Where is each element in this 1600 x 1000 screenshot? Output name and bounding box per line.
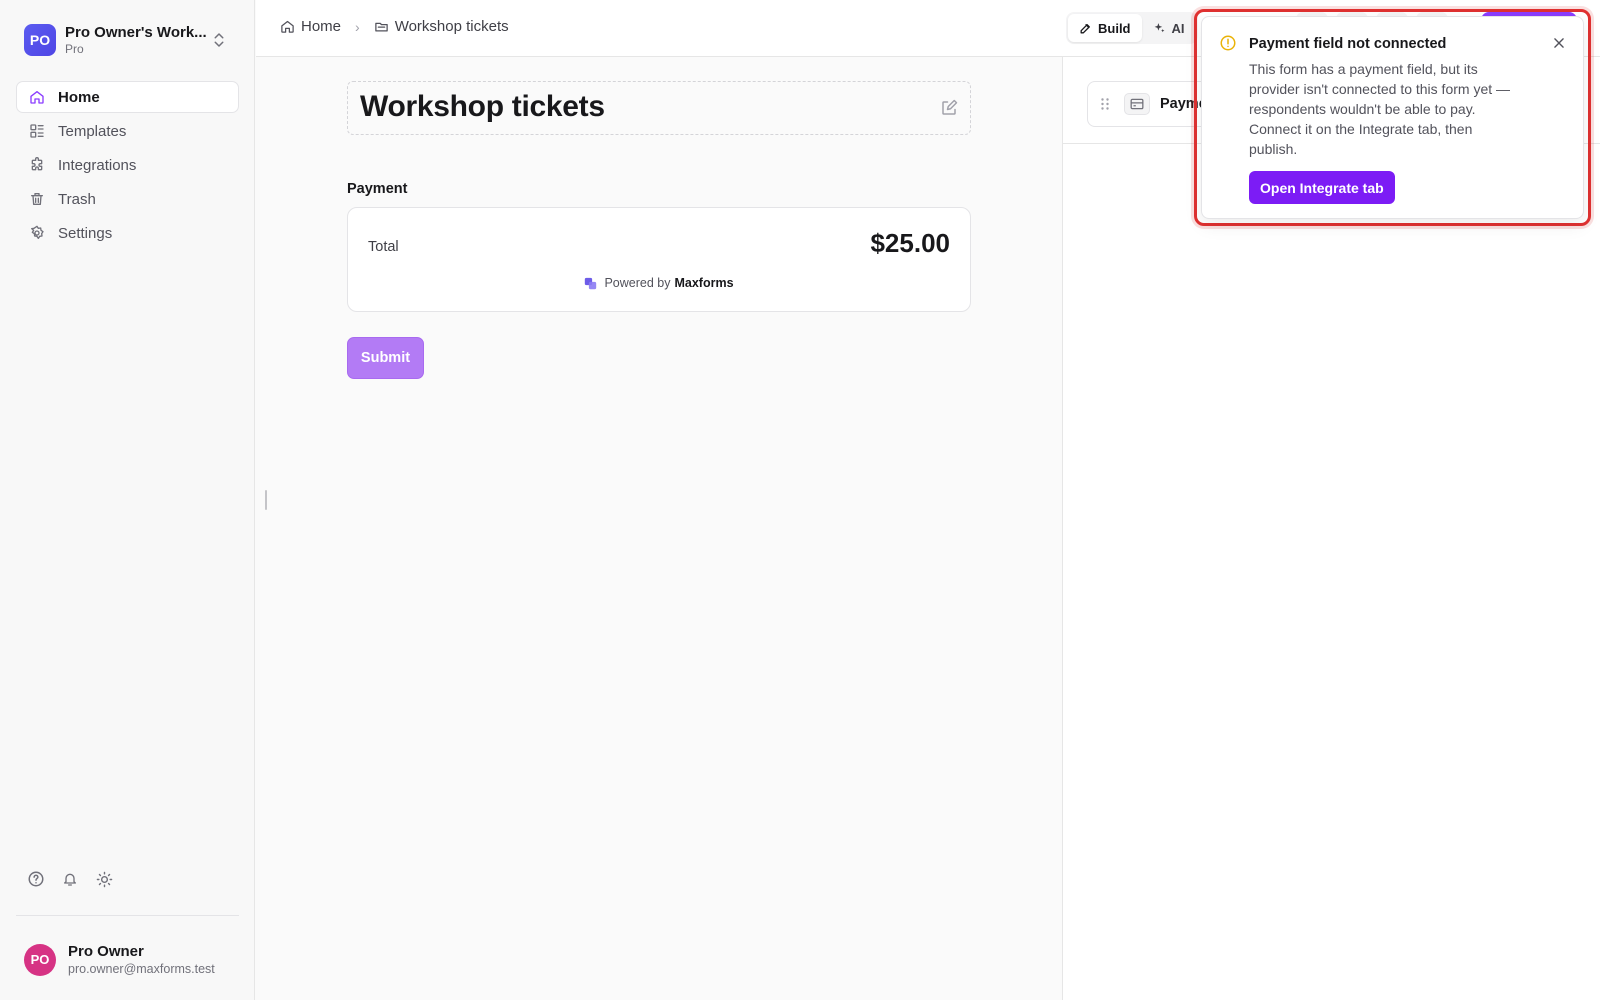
resize-handle[interactable]	[265, 490, 267, 510]
sidebar-item-label: Integrations	[58, 156, 137, 174]
powered-by-prefix: Powered by	[604, 276, 671, 290]
workspace-plan: Pro	[65, 42, 84, 56]
payment-field-label: Payment	[347, 181, 408, 197]
workspace-switcher[interactable]: PO Pro Owner's Work... Pro	[16, 18, 238, 62]
payment-card: Total $25.00 Powered by Maxforms	[347, 207, 971, 312]
sparkles-icon	[1154, 22, 1164, 32]
total-label: Total	[368, 239, 399, 255]
warning-circle-icon	[1220, 35, 1236, 51]
sidebar-item-templates[interactable]: Templates	[16, 115, 239, 147]
sidebar-item-trash[interactable]: Trash	[16, 183, 239, 215]
open-integrate-tab-button[interactable]: Open Integrate tab	[1249, 171, 1395, 204]
form-title-editor[interactable]: Workshop tickets	[347, 81, 971, 135]
gear-icon	[31, 225, 44, 239]
breadcrumb-current[interactable]: Workshop tickets	[374, 18, 509, 35]
powered-by: Powered by Maxforms	[348, 276, 970, 290]
sidebar-item-label: Home	[58, 88, 100, 106]
total-amount: $25.00	[870, 228, 950, 258]
sidebar-item-home[interactable]: Home	[16, 81, 239, 113]
form-canvas: Workshop tickets Payment Total $25.00 Po…	[256, 57, 1062, 1000]
trash-icon	[31, 193, 43, 205]
user-info: Pro Owner pro.owner@maxforms.test	[68, 943, 215, 976]
home-icon	[281, 20, 294, 33]
warning-toast: Payment field not connected This form ha…	[1201, 16, 1584, 219]
close-button[interactable]	[1549, 33, 1569, 53]
workspace-avatar: PO	[24, 24, 56, 56]
sidebar-item-integrations[interactable]: Integrations	[16, 149, 239, 181]
tab-ai-label: AI	[1171, 20, 1185, 36]
notifications-button[interactable]	[60, 869, 80, 889]
sun-icon	[96, 871, 112, 887]
user-menu[interactable]: PO Pro Owner pro.owner@maxforms.test	[24, 943, 215, 976]
bell-icon	[64, 873, 76, 886]
edit-icon	[942, 99, 958, 115]
close-icon	[1554, 38, 1564, 48]
sidebar-tools	[26, 869, 114, 889]
help-icon	[28, 871, 44, 887]
breadcrumb-home-label: Home	[301, 18, 342, 35]
breadcrumb: Home › Workshop tickets	[280, 18, 509, 35]
breadcrumb-current-label: Workshop tickets	[394, 18, 509, 35]
chevron-right-icon: ›	[355, 18, 360, 35]
home-icon	[30, 91, 44, 104]
drag-handle-icon[interactable]	[1100, 97, 1110, 111]
help-button[interactable]	[26, 869, 46, 889]
form-icon	[374, 22, 388, 32]
tab-build-label: Build	[1098, 20, 1131, 36]
user-name: Pro Owner	[68, 943, 144, 960]
puzzle-icon	[31, 157, 43, 171]
workspace-name: Pro Owner's Work...	[65, 24, 207, 41]
theme-toggle-button[interactable]	[94, 869, 114, 889]
workspace-info: Pro Owner's Work... Pro	[65, 24, 207, 56]
sidebar-divider	[16, 915, 239, 916]
sidebar-item-label: Trash	[58, 190, 96, 208]
submit-button[interactable]: Submit	[347, 337, 424, 379]
sidebar-nav: Home Templates Integrations Trash Settin…	[16, 81, 239, 251]
tab-build[interactable]: Build	[1068, 14, 1142, 42]
avatar: PO	[24, 943, 56, 976]
maxforms-logo-icon	[585, 277, 597, 289]
credit-card-icon	[1124, 93, 1150, 115]
toast-message: This form has a payment field, but its p…	[1249, 61, 1511, 157]
sidebar-item-label: Settings	[58, 224, 113, 242]
breadcrumb-home[interactable]: Home	[280, 18, 341, 35]
pencil-icon	[1080, 23, 1090, 33]
mode-tabs: Build AI	[1066, 12, 1198, 44]
powered-by-brand: Maxforms	[674, 276, 734, 290]
sidebar: PO Pro Owner's Work... Pro Home Template…	[0, 0, 255, 1000]
chevron-up-down-icon	[214, 33, 224, 47]
tab-ai[interactable]: AI	[1142, 14, 1196, 42]
toast-title: Payment field not connected	[1249, 36, 1447, 52]
user-email: pro.owner@maxforms.test	[68, 962, 215, 976]
page-title: Workshop tickets	[360, 90, 605, 123]
templates-icon	[30, 124, 44, 138]
sidebar-item-label: Templates	[58, 122, 127, 140]
sidebar-item-settings[interactable]: Settings	[16, 217, 239, 249]
